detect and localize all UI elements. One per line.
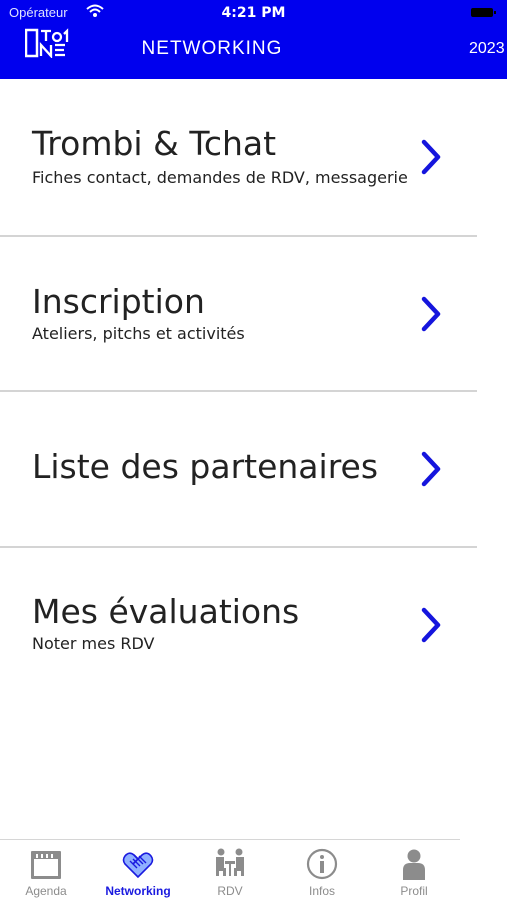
menu-item-title: Mes évaluations xyxy=(32,592,300,631)
meeting-icon xyxy=(216,848,244,876)
menu-item-trombi-tchat[interactable]: Trombi & Tchat Fiches contact, demandes … xyxy=(0,80,477,235)
status-bar: Opérateur 4:21 PM xyxy=(0,0,507,26)
menu-item-title: Trombi & Tchat xyxy=(32,124,277,163)
battery-icon xyxy=(471,8,496,17)
menu-item-evaluations[interactable]: Mes évaluations Noter mes RDV xyxy=(0,548,477,703)
tab-agenda[interactable]: Agenda xyxy=(0,840,92,901)
tab-label: RDV xyxy=(217,884,243,898)
person-icon xyxy=(403,849,425,880)
menu-item-partenaires[interactable]: Liste des partenaires xyxy=(0,392,477,547)
calendar-icon xyxy=(31,851,61,879)
menu-item-subtitle: Fiches contact, demandes de RDV, message… xyxy=(32,168,408,187)
chevron-right-icon xyxy=(421,607,441,643)
tab-label: Networking xyxy=(105,884,171,898)
tab-networking[interactable]: Networking xyxy=(92,840,184,901)
app-header: Opérateur 4:21 PM NETWORKING 2023 xyxy=(0,0,507,79)
tab-label: Profil xyxy=(400,884,428,898)
menu-item-title: Liste des partenaires xyxy=(32,447,379,486)
year-label[interactable]: 2023 xyxy=(469,40,505,58)
chevron-right-icon xyxy=(421,139,441,175)
info-icon xyxy=(306,848,338,880)
tab-rdv[interactable]: RDV xyxy=(184,840,276,901)
tab-label: Agenda xyxy=(25,884,67,898)
chevron-right-icon xyxy=(421,451,441,487)
tab-label: Infos xyxy=(308,884,335,898)
handshake-icon xyxy=(122,852,154,879)
menu-item-title: Inscription xyxy=(32,282,205,321)
tab-infos[interactable]: Infos xyxy=(276,840,368,901)
menu-item-subtitle: Ateliers, pitchs et activités xyxy=(32,324,245,343)
chevron-right-icon xyxy=(421,296,441,332)
menu-item-subtitle: Noter mes RDV xyxy=(32,634,155,653)
page-title: NETWORKING xyxy=(141,38,283,59)
status-time: 4:21 PM xyxy=(221,5,286,21)
menu-item-inscription[interactable]: Inscription Ateliers, pitchs et activité… xyxy=(0,237,477,392)
tab-bar: Agenda Networking RDV Infos Profil xyxy=(0,839,460,901)
tab-profil[interactable]: Profil xyxy=(368,840,460,901)
